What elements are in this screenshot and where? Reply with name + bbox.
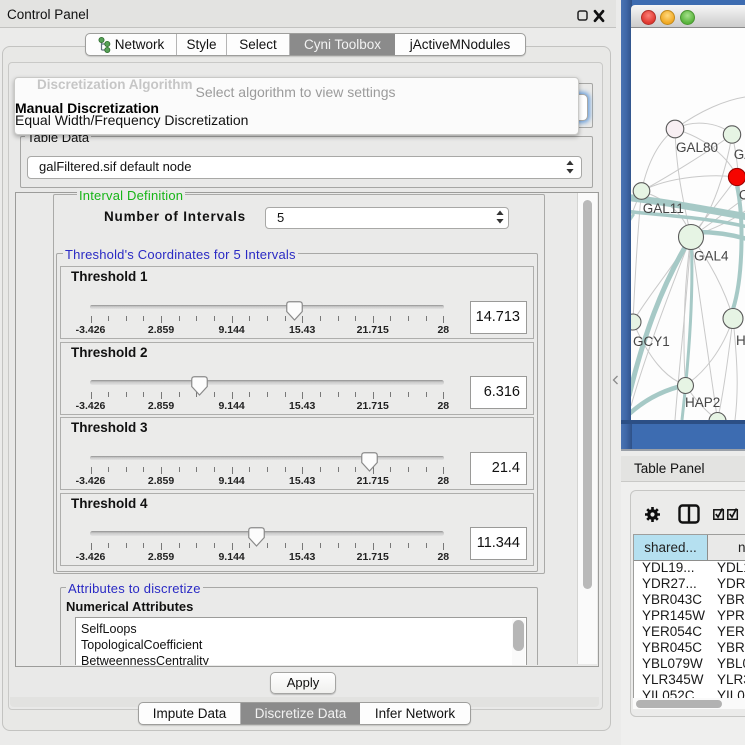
svg-text:GAL4: GAL4 bbox=[694, 249, 729, 264]
svg-text:C: C bbox=[739, 188, 745, 203]
svg-text:HAP2: HAP2 bbox=[685, 395, 720, 410]
svg-text:GAL11: GAL11 bbox=[643, 201, 684, 216]
svg-text:H: H bbox=[736, 333, 745, 348]
svg-text:GCY1: GCY1 bbox=[633, 334, 670, 349]
svg-text:GA: GA bbox=[734, 147, 745, 162]
svg-text:GAL80: GAL80 bbox=[676, 140, 718, 155]
